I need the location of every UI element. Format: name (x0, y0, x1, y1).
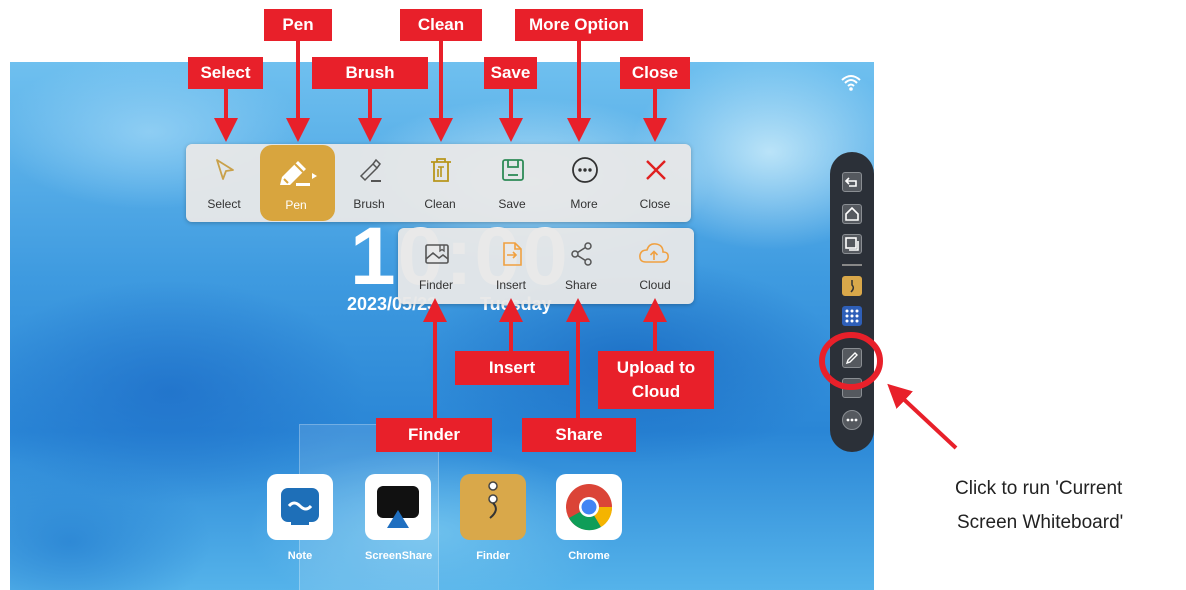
app-label: Note (287, 550, 313, 562)
share-icon (571, 242, 592, 266)
annotation-insert: Insert (455, 351, 569, 385)
close-tool[interactable]: Close (619, 144, 691, 222)
share-tool[interactable]: Share (545, 228, 617, 304)
annotation-finder: Finder (376, 418, 492, 452)
cursor-arrow-icon (216, 159, 234, 180)
more-tool[interactable]: More (548, 144, 620, 222)
share-label: Share (564, 278, 598, 292)
app-finder[interactable]: Finder (460, 474, 526, 562)
finder-tool[interactable]: Finder (400, 228, 472, 304)
app-label: ScreenShare (365, 550, 433, 562)
caption-line1: Click to run 'Current (955, 478, 1123, 499)
app-screenshare[interactable]: ScreenShare (365, 474, 433, 562)
image-folder-icon (425, 244, 449, 264)
annotation-more-option: More Option (515, 9, 643, 41)
annotation-pen: Pen (264, 9, 332, 41)
finder-shortcut-icon[interactable] (842, 276, 862, 296)
finder-label: Finder (418, 278, 453, 292)
save-tool[interactable]: Save (476, 144, 548, 222)
app-chrome[interactable]: Chrome (556, 474, 622, 562)
app-label: Chrome (568, 550, 610, 562)
annotation-select: Select (188, 57, 263, 89)
insert-label: Insert (495, 278, 526, 292)
more-options-toolbar: Finder Insert Share Cloud (398, 228, 694, 304)
clean-tool[interactable]: Clean (404, 144, 476, 222)
save-label: Save (498, 197, 526, 211)
whiteboard-pen-icon[interactable] (842, 348, 862, 368)
whiteboard-toolbar: Select Pen Brush Clean Save More Close (186, 144, 691, 222)
cloud-tool[interactable]: Cloud (619, 228, 691, 304)
annotation-save: Save (484, 57, 537, 89)
settings-icon[interactable] (842, 378, 862, 398)
cloud-upload-icon (639, 243, 669, 263)
annotation-close: Close (620, 57, 690, 89)
pen-icon (280, 161, 317, 186)
apps-grid-icon[interactable] (842, 306, 862, 326)
close-label: Close (639, 197, 671, 211)
back-icon[interactable] (842, 172, 862, 192)
wifi-icon (841, 75, 861, 91)
annotation-upload-line2: Cloud (631, 382, 681, 401)
pen-tool[interactable]: Pen (260, 145, 335, 221)
cloud-label: Cloud (639, 278, 671, 292)
chrome-app-icon (556, 474, 622, 540)
pen-label: Pen (285, 198, 307, 212)
annotation-upload-cloud: Upload to Cloud (598, 351, 714, 409)
home-icon[interactable] (842, 204, 862, 224)
floppy-icon (502, 159, 524, 181)
app-label: Finder (476, 550, 510, 562)
app-note[interactable]: Note (267, 474, 333, 562)
note-app-icon (267, 474, 333, 540)
clean-label: Clean (424, 197, 456, 211)
select-tool[interactable]: Select (188, 144, 260, 222)
more-options-icon[interactable] (842, 410, 862, 430)
brush-icon (359, 158, 381, 182)
brush-tool[interactable]: Brush (333, 144, 405, 222)
trash-icon (431, 158, 451, 182)
annotation-brush: Brush (312, 57, 428, 89)
caption-line2: Screen Whiteboard' (957, 512, 1124, 533)
more-label: More (570, 197, 598, 211)
file-insert-icon (503, 242, 522, 266)
ellipsis-circle-icon (572, 157, 598, 183)
screenshare-app-icon (365, 474, 431, 540)
finder-app-icon (460, 474, 526, 540)
dock-divider (842, 264, 862, 266)
dock-divider (842, 336, 862, 338)
recent-apps-icon[interactable] (842, 234, 862, 254)
select-label: Select (207, 197, 241, 211)
annotation-upload-line1: Upload to (616, 358, 696, 377)
x-icon (646, 160, 666, 180)
annotation-clean: Clean (400, 9, 482, 41)
annotation-share: Share (522, 418, 636, 452)
insert-tool[interactable]: Insert (475, 228, 547, 304)
side-dock (830, 152, 874, 452)
brush-label: Brush (353, 197, 385, 211)
desktop-screen: 10:00 2023/05/23 Tuesday Note ScreenShar… (10, 62, 874, 590)
